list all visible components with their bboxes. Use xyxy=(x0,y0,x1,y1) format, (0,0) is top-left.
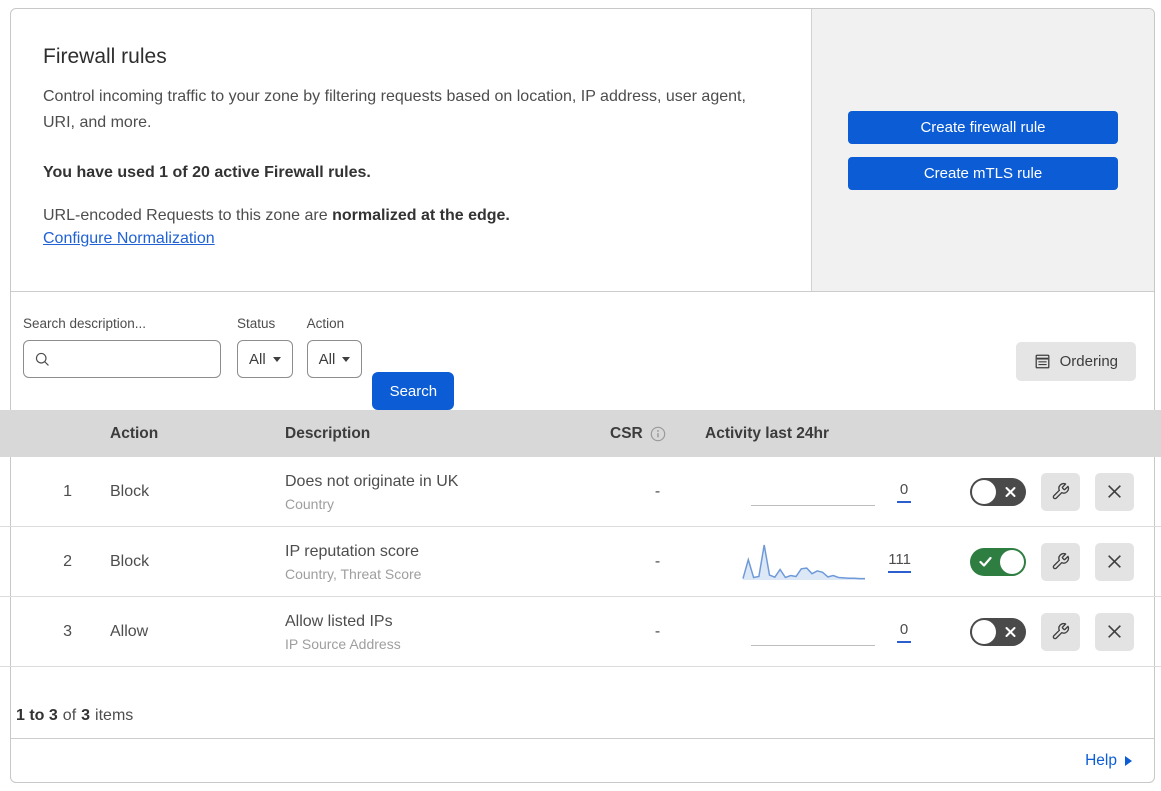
toggle-knob xyxy=(1000,549,1024,574)
table-row: 3 Allow Allow listed IPs IP Source Addre… xyxy=(0,597,1161,667)
ordering-button-label: Ordering xyxy=(1059,353,1118,370)
rules-table: Action Description CSR Activity last 24h… xyxy=(0,410,1161,738)
rule-description: IP reputation score xyxy=(285,542,420,560)
rule-fields: IP Source Address xyxy=(285,635,401,652)
activity-sparkline xyxy=(751,472,875,512)
column-header-csr: CSR xyxy=(610,424,643,442)
edit-rule-button[interactable] xyxy=(1041,472,1080,511)
close-icon xyxy=(1108,485,1121,498)
hero-content: Firewall rules Control incoming traffic … xyxy=(11,9,811,291)
rule-action: Block xyxy=(110,482,150,500)
info-icon[interactable] xyxy=(650,426,666,442)
status-field: Status All xyxy=(237,316,293,378)
wrench-icon xyxy=(1052,552,1070,570)
close-icon xyxy=(1108,555,1121,568)
activity-count-link[interactable]: 0 xyxy=(897,621,911,643)
activity-count-link[interactable]: 111 xyxy=(888,551,911,573)
chevron-down-icon xyxy=(272,356,281,362)
edit-rule-button[interactable] xyxy=(1041,542,1080,581)
rule-csr-value: - xyxy=(654,622,661,640)
edit-rule-button[interactable] xyxy=(1041,612,1080,651)
page-description: Control incoming traffic to your zone by… xyxy=(43,88,746,131)
activity-sparkline xyxy=(751,612,875,652)
action-label: Action xyxy=(306,316,345,331)
rule-csr-value: - xyxy=(654,552,661,570)
rule-priority: 2 xyxy=(63,552,72,570)
rule-description: Does not originate in UK xyxy=(285,472,459,490)
column-header-description: Description xyxy=(285,424,371,442)
rule-priority: 3 xyxy=(63,622,72,640)
rule-action: Allow xyxy=(110,622,149,640)
delete-rule-button[interactable] xyxy=(1095,612,1134,651)
search-button[interactable]: Search xyxy=(372,372,455,410)
pagination-total: 3 xyxy=(81,706,91,724)
ordering-list-icon xyxy=(1035,354,1050,369)
table-row: 2 Block IP reputation score Country, Thr… xyxy=(0,527,1161,597)
help-link-label: Help xyxy=(1085,751,1117,769)
normalization-text: URL-encoded Requests to this zone are xyxy=(43,207,328,224)
activity-count-link[interactable]: 0 xyxy=(897,481,911,503)
status-dropdown-value: All xyxy=(249,350,266,368)
configure-normalization-link[interactable]: Configure Normalization xyxy=(43,230,215,248)
cross-icon xyxy=(1005,626,1016,637)
table-row: 1 Block Does not originate in UK Country… xyxy=(0,457,1161,527)
status-label: Status xyxy=(237,316,276,331)
search-input[interactable] xyxy=(58,350,212,368)
action-dropdown[interactable]: All xyxy=(306,340,363,378)
action-panel: Create firewall rule Create mTLS rule xyxy=(811,9,1154,291)
table-header-row: Action Description CSR Activity last 24h… xyxy=(0,410,1161,457)
search-field: Search description... xyxy=(23,316,221,378)
filter-bar: Search description... Status All Action … xyxy=(11,292,1154,410)
help-bar: Help xyxy=(11,738,1154,782)
action-dropdown-value: All xyxy=(318,350,336,368)
search-icon xyxy=(35,352,49,366)
toggle-knob xyxy=(972,619,996,644)
rule-priority: 1 xyxy=(63,482,72,500)
normalization-bold-text: normalized at the edge. xyxy=(332,207,510,224)
column-header-activity: Activity last 24hr xyxy=(705,424,830,442)
page-title: Firewall rules xyxy=(43,45,167,68)
delete-rule-button[interactable] xyxy=(1095,472,1134,511)
pagination-range: 1 to 3 xyxy=(16,706,58,724)
wrench-icon xyxy=(1052,622,1070,640)
activity-sparkline xyxy=(742,542,866,582)
ordering-button[interactable]: Ordering xyxy=(1015,342,1136,381)
rule-enable-toggle[interactable] xyxy=(970,477,1026,506)
delete-rule-button[interactable] xyxy=(1095,542,1134,581)
search-label: Search description... xyxy=(23,316,147,331)
rule-action: Block xyxy=(110,552,150,570)
pagination-summary: 1 to 3 of 3 items xyxy=(16,706,134,724)
action-field: Action All xyxy=(306,316,363,378)
toggle-knob xyxy=(972,479,996,504)
close-icon xyxy=(1108,625,1121,638)
check-icon xyxy=(979,556,992,567)
rule-enable-toggle[interactable] xyxy=(970,547,1026,576)
search-box[interactable] xyxy=(23,340,221,378)
normalization-notice: URL-encoded Requests to this zone are no… xyxy=(43,202,771,229)
rule-description: Allow listed IPs xyxy=(285,612,393,630)
cross-icon xyxy=(1005,486,1016,497)
hero-section: Firewall rules Control incoming traffic … xyxy=(11,9,1154,292)
chevron-right-icon xyxy=(1125,755,1132,766)
rule-enable-toggle[interactable] xyxy=(970,617,1026,646)
status-dropdown[interactable]: All xyxy=(237,340,293,378)
chevron-down-icon xyxy=(342,356,351,362)
firewall-rules-page: Firewall rules Control incoming traffic … xyxy=(0,0,1161,791)
create-firewall-rule-button[interactable]: Create firewall rule xyxy=(848,111,1118,144)
create-mtls-rule-button[interactable]: Create mTLS rule xyxy=(848,157,1118,190)
column-header-action: Action xyxy=(110,424,159,442)
rule-csr-value: - xyxy=(654,482,661,500)
rule-fields: Country, Threat Score xyxy=(285,565,422,582)
rule-fields: Country xyxy=(285,495,335,512)
wrench-icon xyxy=(1052,482,1070,500)
usage-notice: You have used 1 of 20 active Firewall ru… xyxy=(43,164,371,181)
help-link[interactable]: Help xyxy=(1085,752,1132,770)
